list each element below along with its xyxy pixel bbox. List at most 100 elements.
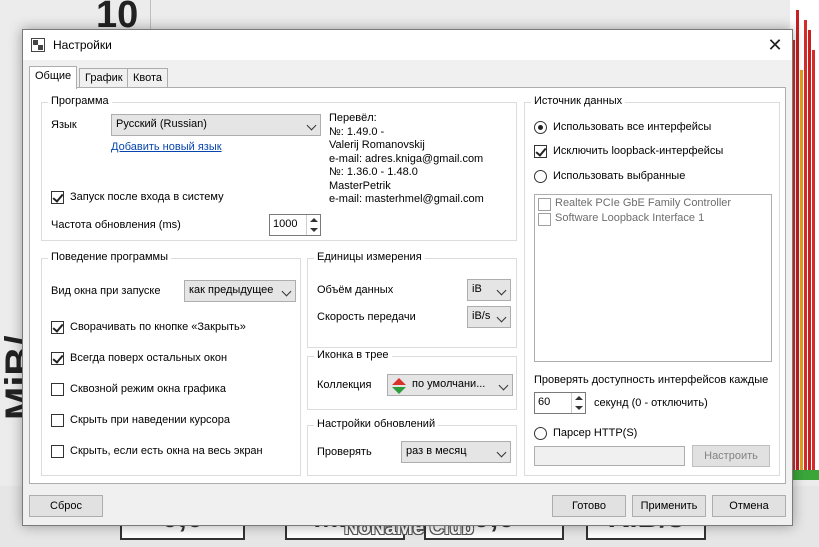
arrow-down-icon: [310, 228, 318, 232]
minimize-on-close-checkbox[interactable]: [51, 321, 64, 334]
bg-chart: [790, 0, 819, 480]
spinner-buttons[interactable]: [571, 393, 585, 413]
data-source-group-title: Источник данных: [531, 95, 626, 107]
tab-general[interactable]: Общие: [29, 66, 78, 89]
cancel-button[interactable]: Отмена: [712, 495, 786, 517]
window-view-select[interactable]: как предыдущее: [184, 280, 296, 302]
interface-item: Realtek PCIe GbE Family Controller: [555, 197, 732, 209]
transfer-speed-value: iB/s: [472, 310, 491, 322]
program-group-title: Программа: [48, 95, 112, 107]
language-select[interactable]: Русский (Russian): [111, 114, 321, 136]
hide-fullscreen-checkbox[interactable]: [51, 445, 64, 458]
translator-line: MasterPetrik: [329, 179, 391, 192]
interface-checkbox[interactable]: [538, 213, 551, 226]
chevron-down-icon: [281, 286, 292, 297]
chevron-down-icon: [496, 447, 507, 458]
collection-label: Коллекция: [317, 379, 372, 391]
tab-graph[interactable]: График: [79, 68, 129, 88]
language-select-value: Русский (Russian): [116, 118, 207, 130]
interval-spinner[interactable]: 60: [534, 392, 586, 414]
tray-icon-group-title: Иконка в трее: [314, 349, 392, 361]
http-parser-field[interactable]: [534, 446, 685, 466]
arrow-up-icon: [575, 396, 583, 400]
settings-dialog: Настройки ✕ Общие График Квота Программа…: [22, 29, 793, 526]
arrow-up-icon: [310, 218, 318, 222]
exclude-loopback-checkbox[interactable]: [534, 145, 547, 158]
exclude-loopback-label: Исключить loopback-интерфейсы: [553, 145, 724, 157]
bg-chart-bar: [800, 70, 803, 480]
check-updates-select[interactable]: раз в месяц: [401, 441, 511, 463]
spinner-buttons[interactable]: [306, 215, 320, 235]
translator-line: №: 1.49.0 -: [329, 125, 385, 138]
ok-button[interactable]: Готово: [552, 495, 626, 517]
translator-line: Перевёл:: [329, 112, 377, 124]
autostart-label: Запуск после входа в систему: [70, 191, 224, 203]
hide-on-hover-checkbox[interactable]: [51, 414, 64, 427]
dialog-title: Настройки: [53, 38, 112, 52]
hide-fullscreen-label: Скрыть, если есть окна на весь экран: [70, 445, 263, 457]
units-group: Единицы измерения Объём данных iB Скорос…: [307, 251, 517, 348]
updown-arrows-icon: [392, 378, 406, 394]
click-through-label: Сквозной режим окна графика: [70, 383, 226, 395]
window-view-label: Вид окна при запуске: [51, 285, 161, 297]
translator-line: e-mail: adres.kniga@gmail.com: [329, 152, 484, 165]
behavior-group-title: Поведение программы: [48, 251, 172, 263]
program-group: Программа Язык Русский (Russian) Добавит…: [41, 95, 517, 241]
translator-info: Перевёл: №: 1.49.0 - Valerij Romanovskij…: [329, 112, 484, 207]
collection-select[interactable]: по умолчани...: [387, 374, 513, 396]
use-selected-radio[interactable]: [534, 170, 547, 183]
arrow-down-icon: [575, 406, 583, 410]
interfaces-list[interactable]: Realtek PCIe GbE Family Controller Softw…: [534, 194, 772, 362]
bg-chart-bar: [808, 30, 811, 480]
close-button[interactable]: ✕: [758, 30, 792, 60]
bg-chart-bar: [804, 20, 807, 480]
app-icon: [31, 38, 45, 52]
chevron-down-icon: [496, 285, 507, 296]
hide-on-hover-label: Скрыть при наведении курсора: [70, 414, 231, 426]
use-all-interfaces-radio[interactable]: [534, 121, 547, 134]
interface-checkbox[interactable]: [538, 198, 551, 211]
use-selected-label: Использовать выбранные: [553, 170, 686, 182]
title-bar[interactable]: Настройки ✕: [23, 30, 792, 60]
use-all-interfaces-label: Использовать все интерфейсы: [553, 121, 712, 133]
window-view-value: как предыдущее: [189, 284, 274, 296]
bg-chart-bar: [812, 50, 815, 480]
chevron-down-icon: [306, 120, 317, 131]
updates-group-title: Настройки обновлений: [314, 418, 439, 430]
bg-chart-bar: [796, 10, 799, 480]
units-group-title: Единицы измерения: [314, 251, 425, 263]
tab-panel-general: Программа Язык Русский (Russian) Добавит…: [29, 87, 786, 484]
interface-item: Software Loopback Interface 1: [555, 212, 705, 224]
autostart-checkbox[interactable]: [51, 191, 64, 204]
transfer-speed-label: Скорость передачи: [317, 311, 416, 323]
data-volume-value: iB: [472, 283, 482, 295]
click-through-checkbox[interactable]: [51, 383, 64, 396]
data-volume-select[interactable]: iB: [467, 279, 511, 301]
refresh-rate-value: 1000: [273, 218, 298, 230]
tab-quota[interactable]: Квота: [127, 68, 169, 88]
tray-icon-group: Иконка в трее Коллекция по умолчани...: [307, 349, 517, 410]
data-source-group: Источник данных Использовать все интерфе…: [524, 95, 780, 476]
data-volume-label: Объём данных: [317, 284, 394, 296]
http-parser-radio[interactable]: [534, 427, 547, 440]
refresh-rate-spinner[interactable]: 1000: [269, 214, 321, 236]
chevron-down-icon: [496, 312, 507, 323]
apply-button[interactable]: Применить: [632, 495, 706, 517]
translator-line: Valerij Romanovskij: [329, 139, 425, 151]
configure-button[interactable]: Настроить: [692, 445, 770, 467]
always-on-top-checkbox[interactable]: [51, 352, 64, 365]
always-on-top-label: Всегда поверх остальных окон: [70, 352, 228, 364]
translator-line: e-mail: masterhmel@gmail.com: [329, 193, 484, 205]
behavior-group: Поведение программы Вид окна при запуске…: [41, 251, 301, 476]
check-availability-label: Проверять доступность интерфейсов каждые: [534, 374, 769, 386]
http-parser-label: Парсер HTTP(S): [553, 427, 638, 439]
transfer-speed-select[interactable]: iB/s: [467, 306, 511, 328]
check-updates-value: раз в месяц: [406, 445, 467, 457]
add-language-link[interactable]: Добавить новый язык: [111, 141, 222, 153]
translator-line: №: 1.36.0 - 1.48.0: [329, 166, 418, 178]
reset-button[interactable]: Сброс: [29, 495, 103, 517]
updates-group: Настройки обновлений Проверять раз в мес…: [307, 418, 517, 476]
check-updates-label: Проверять: [317, 446, 372, 458]
collection-value: по умолчани...: [412, 378, 486, 390]
language-label: Язык: [51, 119, 77, 131]
